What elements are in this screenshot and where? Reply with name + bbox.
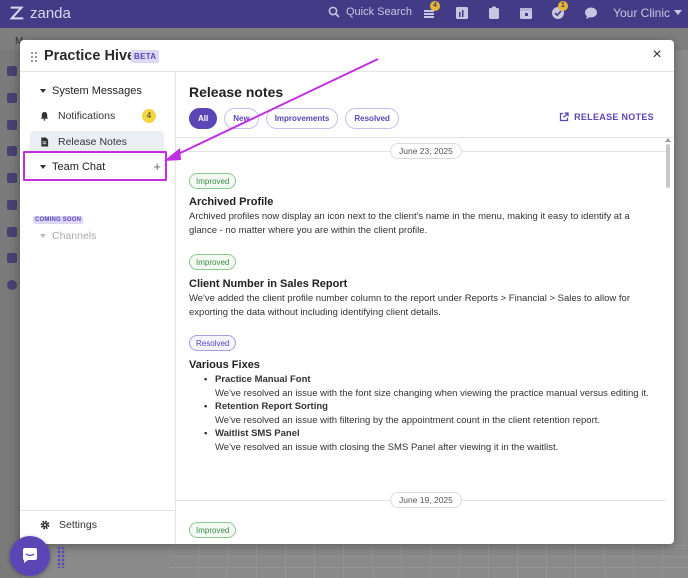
- filter-resolved[interactable]: Resolved: [345, 108, 399, 129]
- stats-nav-icon: [7, 173, 17, 183]
- clinic-selector[interactable]: Your Clinic: [613, 6, 670, 20]
- tasks-badge: 1: [558, 1, 568, 11]
- filter-improvements[interactable]: Improvements: [265, 108, 339, 129]
- external-link-icon: [559, 112, 569, 122]
- quick-search[interactable]: Quick Search: [328, 6, 412, 18]
- background-sidebar: [0, 50, 22, 578]
- fix-description: We've resolved an issue with filtering b…: [215, 414, 601, 426]
- docs-nav-icon: [7, 227, 17, 237]
- fix-name: Waitlist SMS Panel: [215, 428, 300, 439]
- filter-pills: All New Improvements Resolved: [189, 108, 399, 129]
- entry-title: Client Number in Sales Report: [189, 278, 348, 290]
- sidebar-footer: Settings: [20, 510, 176, 544]
- support-chat-button[interactable]: [10, 536, 50, 576]
- notifications-count-badge: 4: [142, 109, 156, 123]
- sidebar-item-notifications[interactable]: Notifications 4: [30, 105, 164, 127]
- brand-name: zanda: [30, 4, 71, 22]
- reports-nav-icon: [7, 146, 17, 156]
- system-messages-label: System Messages: [52, 85, 142, 97]
- caret-down-icon: [40, 89, 46, 93]
- date-separator: June 19, 2025: [176, 492, 666, 508]
- list-item: Waitlist SMS Panel We've resolved an iss…: [204, 427, 659, 454]
- clients-nav-icon: [7, 93, 17, 103]
- modal-header: Practice Hive BETA ×: [20, 40, 674, 72]
- drag-handle-icon[interactable]: [30, 51, 38, 62]
- release-notes-link-label: RELEASE NOTES: [574, 112, 654, 122]
- filter-new[interactable]: New: [224, 108, 259, 129]
- resolved-tag: Resolved: [189, 335, 237, 351]
- fix-description: We've resolved an issue with closing the…: [215, 441, 559, 453]
- calendar-nav-icon: [7, 66, 17, 76]
- chat-bubble-icon: [23, 548, 37, 563]
- date-separator: June 23, 2025: [176, 143, 666, 159]
- chevron-down-icon: [674, 10, 682, 15]
- settings-nav-icon: [7, 253, 17, 263]
- drag-handle-icon[interactable]: [57, 546, 65, 568]
- filter-all[interactable]: All: [189, 108, 218, 129]
- hive-sidebar: System Messages Notifications 4 Release …: [20, 72, 176, 544]
- chart-icon[interactable]: [455, 6, 469, 20]
- entry-title: Archived Profile: [189, 196, 274, 208]
- scroll-up-icon[interactable]: [665, 138, 671, 142]
- improved-tag: Improved: [189, 254, 237, 270]
- team-chat-toggle[interactable]: Team Chat: [40, 161, 105, 173]
- channels-toggle: Channels: [40, 230, 96, 242]
- sidebar-item-label: Notifications: [58, 110, 116, 122]
- caret-down-icon: [40, 234, 46, 238]
- caret-down-icon: [40, 165, 46, 169]
- document-icon: [41, 137, 49, 147]
- sidebar-item-label: Release Notes: [58, 136, 127, 148]
- settings-label: Settings: [59, 519, 97, 531]
- chat-icon[interactable]: [584, 6, 598, 20]
- coming-soon-badge: COMING SOON: [33, 216, 84, 224]
- page-title: Release notes: [189, 84, 284, 100]
- team-chat-label: Team Chat: [52, 161, 106, 173]
- fix-name: Retention Report Sorting: [215, 401, 328, 412]
- beta-badge: BETA: [131, 50, 160, 63]
- billing-nav-icon: [7, 120, 17, 130]
- release-notes-panel: Release notes All New Improvements Resol…: [176, 72, 674, 544]
- settings-button[interactable]: Settings: [40, 519, 97, 531]
- release-notes-external-link[interactable]: RELEASE NOTES: [559, 112, 654, 122]
- search-icon: [328, 6, 340, 18]
- fix-description: We've resolved an issue with the font si…: [215, 387, 649, 399]
- app-top-bar: zanda Quick Search 4 1 Your Clinic: [0, 0, 688, 28]
- fix-list: Practice Manual Font We've resolved an i…: [204, 373, 659, 454]
- list-item: Retention Report Sorting We've resolved …: [204, 400, 659, 427]
- close-icon[interactable]: ×: [650, 47, 664, 63]
- help-nav-icon: [7, 280, 17, 290]
- bell-icon: [40, 111, 49, 121]
- release-notes-scroll-area[interactable]: June 23, 2025 Improved Archived Profile …: [176, 138, 674, 544]
- tools-nav-icon: [7, 200, 17, 210]
- fix-name: Practice Manual Font: [215, 374, 311, 385]
- zanda-logo-icon: [9, 6, 24, 20]
- background-calendar-grid: [170, 543, 688, 578]
- gear-icon: [40, 520, 50, 530]
- entry-description: We've added the client profile number co…: [189, 293, 630, 318]
- system-messages-toggle[interactable]: System Messages: [40, 85, 142, 97]
- date-label: June 23, 2025: [390, 143, 462, 159]
- updates-badge: 4: [430, 1, 440, 11]
- sidebar-item-release-notes[interactable]: Release Notes: [30, 131, 164, 153]
- entry-title: Various Fixes: [189, 359, 260, 371]
- channels-label: Channels: [52, 230, 97, 242]
- clipboard-icon[interactable]: [487, 6, 501, 20]
- practice-hive-modal: Practice Hive BETA × System Messages Not…: [20, 40, 674, 544]
- scrollbar-thumb[interactable]: [666, 144, 670, 188]
- modal-title: Practice Hive: [44, 48, 136, 64]
- improved-tag: Improved: [189, 173, 237, 189]
- date-label: June 19, 2025: [390, 492, 462, 508]
- list-item: Practice Manual Font We've resolved an i…: [204, 373, 659, 400]
- add-chat-icon[interactable]: +: [153, 159, 161, 174]
- improved-tag: Improved: [189, 522, 237, 538]
- quick-search-label: Quick Search: [346, 6, 413, 18]
- calendar-icon[interactable]: [519, 6, 533, 20]
- zanda-logo[interactable]: zanda: [8, 4, 71, 22]
- entry-description: Archived profiles now display an icon ne…: [189, 211, 630, 236]
